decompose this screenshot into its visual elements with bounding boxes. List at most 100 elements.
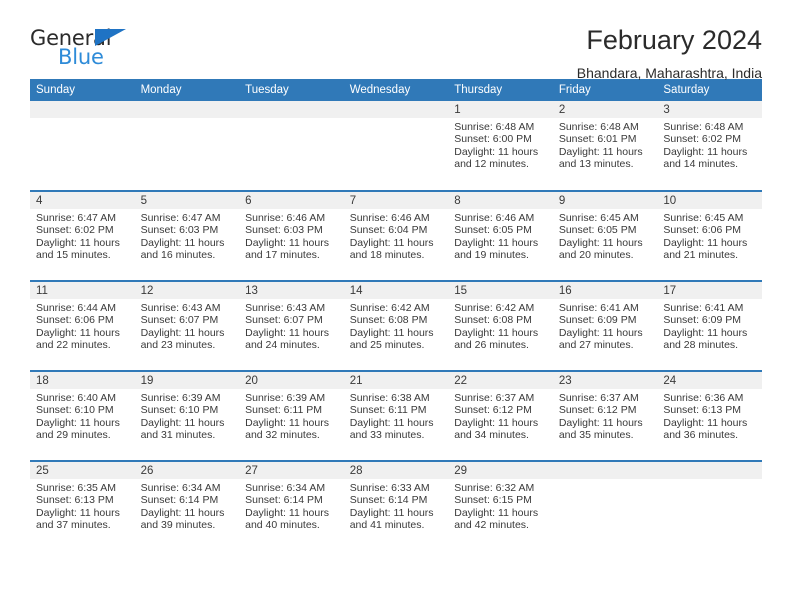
calendar-day-cell[interactable]: 12 Sunrise: 6:43 AM Sunset: 6:07 PM Dayligh… bbox=[134, 280, 240, 371]
day-sun-info: Sunrise: 6:47 AM Sunset: 6:03 PM Daylight:… bbox=[135, 209, 240, 262]
calendar-day-cell[interactable]: 21 Sunrise: 6:38 AM Sunset: 6:11 PM Dayligh… bbox=[343, 370, 449, 461]
calendar-day-cell[interactable]: 2 Sunrise: 6:48 AM Sunset: 6:01 PM Daylight… bbox=[552, 101, 658, 191]
day-info-line: and 42 minutes. bbox=[454, 519, 529, 532]
day-info-line: and 24 minutes. bbox=[245, 339, 320, 352]
day-info-line: Daylight: 11 hours bbox=[245, 236, 329, 249]
calendar-day-cell[interactable]: 13 Sunrise: 6:43 AM Sunset: 6:07 PM Dayligh… bbox=[239, 280, 344, 371]
day-info-line: Sunset: 6:05 PM bbox=[454, 224, 532, 237]
day-sun-info: Sunrise: 6:46 AM Sunset: 6:05 PM Daylight:… bbox=[448, 209, 553, 262]
calendar-day-cell[interactable]: 25 Sunrise: 6:35 AM Sunset: 6:13 PM Dayligh… bbox=[30, 460, 135, 551]
day-sun-info: Sunrise: 6:38 AM Sunset: 6:11 PM Daylight:… bbox=[344, 389, 449, 442]
day-number: 16 bbox=[552, 282, 658, 299]
day-cell-content: 2 Sunrise: 6:48 AM Sunset: 6:01 PM Daylight… bbox=[552, 101, 658, 189]
day-number: 9 bbox=[552, 192, 658, 209]
calendar-day-cell[interactable]: 29 Sunrise: 6:32 AM Sunset: 6:15 PM Dayligh… bbox=[448, 460, 553, 551]
calendar-day-cell[interactable]: 9 Sunrise: 6:45 AM Sunset: 6:05 PM Daylight… bbox=[552, 190, 658, 281]
calendar-day-cell[interactable]: 8 Sunrise: 6:46 AM Sunset: 6:05 PM Daylight… bbox=[448, 190, 553, 281]
calendar-day-cell[interactable]: 22 Sunrise: 6:37 AM Sunset: 6:12 PM Dayligh… bbox=[448, 370, 553, 461]
day-cell-content: 23 Sunrise: 6:37 AM Sunset: 6:12 PM Dayligh… bbox=[552, 372, 658, 460]
day-info-line: and 27 minutes. bbox=[558, 339, 634, 352]
day-info-line: and 13 minutes. bbox=[558, 158, 634, 171]
day-info-line: Sunset: 6:10 PM bbox=[140, 404, 219, 417]
day-info-line: Sunset: 6:13 PM bbox=[36, 494, 114, 507]
day-sun-info: Sunrise: 6:48 AM Sunset: 6:00 PM Daylight:… bbox=[448, 118, 553, 171]
calendar-day-cell[interactable]: 16 Sunrise: 6:41 AM Sunset: 6:09 PM Dayligh… bbox=[552, 280, 658, 371]
calendar-day-cell[interactable]: 24 Sunrise: 6:36 AM Sunset: 6:13 PM Dayligh… bbox=[657, 370, 762, 461]
calendar-day-cell[interactable]: 18 Sunrise: 6:40 AM Sunset: 6:10 PM Dayligh… bbox=[30, 370, 135, 461]
day-info-line: Daylight: 11 hours bbox=[36, 326, 120, 339]
calendar-day-cell[interactable]: 5 Sunrise: 6:47 AM Sunset: 6:03 PM Daylight… bbox=[134, 190, 240, 281]
day-info-line: Sunrise: 6:38 AM bbox=[349, 392, 430, 404]
calendar-day-cell[interactable]: 28 Sunrise: 6:33 AM Sunset: 6:14 PM Dayligh… bbox=[343, 460, 449, 551]
day-info-line: and 14 minutes. bbox=[663, 158, 739, 171]
day-info-line: Sunrise: 6:37 AM bbox=[558, 392, 639, 404]
day-info-line: Sunset: 6:09 PM bbox=[558, 314, 637, 327]
calendar-day-cell[interactable]: 7 Sunrise: 6:46 AM Sunset: 6:04 PM Daylight… bbox=[343, 190, 449, 281]
page-header: General Blue February 2024 Bhandara, Mah… bbox=[30, 0, 762, 80]
day-info-line: Daylight: 11 hours bbox=[245, 326, 329, 339]
day-info-line: Sunset: 6:07 PM bbox=[245, 314, 323, 327]
day-info-line: and 34 minutes. bbox=[454, 429, 529, 442]
day-info-line: and 40 minutes. bbox=[245, 519, 320, 532]
day-cell-content: 17 Sunrise: 6:41 AM Sunset: 6:09 PM Dayligh… bbox=[657, 282, 762, 370]
day-info-line: Sunrise: 6:48 AM bbox=[454, 121, 535, 133]
day-info-line: and 39 minutes. bbox=[140, 519, 216, 532]
calendar-day-cell[interactable]: 19 Sunrise: 6:39 AM Sunset: 6:10 PM Dayligh… bbox=[134, 370, 240, 461]
day-info-line: Daylight: 11 hours bbox=[349, 236, 434, 249]
day-sun-info bbox=[135, 118, 240, 121]
day-info-line: and 37 minutes. bbox=[36, 519, 111, 532]
calendar-day-cell[interactable]: 17 Sunrise: 6:41 AM Sunset: 6:09 PM Dayligh… bbox=[657, 280, 762, 371]
day-sun-info: Sunrise: 6:39 AM Sunset: 6:10 PM Daylight:… bbox=[135, 389, 240, 442]
day-sun-info: Sunrise: 6:43 AM Sunset: 6:07 PM Daylight:… bbox=[239, 299, 344, 352]
day-cell-content: 8 Sunrise: 6:46 AM Sunset: 6:05 PM Daylight… bbox=[448, 192, 553, 280]
calendar-day-cell[interactable]: 10 Sunrise: 6:45 AM Sunset: 6:06 PM Dayligh… bbox=[657, 190, 762, 281]
day-number: 19 bbox=[134, 372, 240, 389]
day-info-line: Daylight: 11 hours bbox=[454, 236, 539, 249]
day-sun-info: Sunrise: 6:45 AM Sunset: 6:06 PM Daylight:… bbox=[657, 209, 762, 262]
calendar-day-cell[interactable]: 20 Sunrise: 6:39 AM Sunset: 6:11 PM Dayligh… bbox=[239, 370, 344, 461]
day-number: 24 bbox=[657, 372, 762, 389]
calendar-day-cell[interactable]: 1 Sunrise: 6:48 AM Sunset: 6:00 PM Daylight… bbox=[448, 101, 553, 191]
calendar-day-cell[interactable]: 11 Sunrise: 6:44 AM Sunset: 6:06 PM Dayligh… bbox=[30, 280, 135, 371]
day-info-line: Sunrise: 6:42 AM bbox=[349, 302, 430, 314]
day-info-line: Sunrise: 6:39 AM bbox=[245, 392, 326, 404]
day-sun-info: Sunrise: 6:47 AM Sunset: 6:02 PM Daylight:… bbox=[30, 209, 135, 262]
calendar-day-cell[interactable]: 26 Sunrise: 6:34 AM Sunset: 6:14 PM Dayligh… bbox=[134, 460, 240, 551]
day-info-line: Sunset: 6:03 PM bbox=[140, 224, 219, 237]
day-cell-content: 20 Sunrise: 6:39 AM Sunset: 6:11 PM Dayligh… bbox=[239, 372, 344, 460]
calendar-day-cell[interactable]: 14 Sunrise: 6:42 AM Sunset: 6:08 PM Dayligh… bbox=[343, 280, 449, 371]
day-info-line: and 25 minutes. bbox=[349, 339, 425, 352]
calendar-body: 1 Sunrise: 6:48 AM Sunset: 6:00 PM Daylight… bbox=[30, 101, 762, 551]
day-info-line: Sunset: 6:06 PM bbox=[36, 314, 114, 327]
day-info-line: Sunrise: 6:45 AM bbox=[663, 212, 744, 224]
day-cell-content: 7 Sunrise: 6:46 AM Sunset: 6:04 PM Daylight… bbox=[343, 192, 449, 280]
day-cell-content: 10 Sunrise: 6:45 AM Sunset: 6:06 PM Dayligh… bbox=[657, 192, 762, 280]
day-info-line: and 33 minutes. bbox=[349, 429, 425, 442]
general-blue-logo[interactable]: General Blue bbox=[30, 26, 150, 74]
day-info-line: and 22 minutes. bbox=[36, 339, 111, 352]
day-cell-content: 16 Sunrise: 6:41 AM Sunset: 6:09 PM Dayligh… bbox=[552, 282, 658, 370]
calendar-day-cell[interactable]: 27 Sunrise: 6:34 AM Sunset: 6:14 PM Dayligh… bbox=[239, 460, 344, 551]
day-number: 18 bbox=[30, 372, 135, 389]
calendar-day-cell[interactable]: 23 Sunrise: 6:37 AM Sunset: 6:12 PM Dayligh… bbox=[552, 370, 658, 461]
day-info-line: and 18 minutes. bbox=[349, 249, 425, 262]
day-number: 25 bbox=[30, 462, 135, 479]
day-info-line: Sunrise: 6:43 AM bbox=[140, 302, 221, 314]
day-sun-info: Sunrise: 6:35 AM Sunset: 6:13 PM Daylight:… bbox=[30, 479, 135, 532]
day-info-line: Sunrise: 6:46 AM bbox=[454, 212, 535, 224]
calendar-page: General Blue February 2024 Bhandara, Mah… bbox=[0, 0, 792, 612]
day-number: 22 bbox=[448, 372, 553, 389]
calendar-day-cell-empty bbox=[552, 460, 658, 551]
calendar-day-cell[interactable]: 15 Sunrise: 6:42 AM Sunset: 6:08 PM Dayligh… bbox=[448, 280, 553, 371]
calendar-week-row: 11 Sunrise: 6:44 AM Sunset: 6:06 PM Dayligh… bbox=[30, 280, 762, 371]
calendar-day-cell[interactable]: 6 Sunrise: 6:46 AM Sunset: 6:03 PM Daylight… bbox=[239, 190, 344, 281]
day-number: 28 bbox=[343, 462, 449, 479]
weekday-header-friday: Friday bbox=[552, 79, 658, 101]
day-info-line: Daylight: 11 hours bbox=[454, 506, 539, 519]
day-number: 2 bbox=[552, 101, 658, 118]
day-info-line: Daylight: 11 hours bbox=[36, 416, 120, 429]
day-sun-info: Sunrise: 6:39 AM Sunset: 6:11 PM Daylight:… bbox=[239, 389, 344, 442]
calendar-day-cell[interactable]: 4 Sunrise: 6:47 AM Sunset: 6:02 PM Daylight… bbox=[30, 190, 135, 281]
calendar-week-row: 18 Sunrise: 6:40 AM Sunset: 6:10 PM Dayligh… bbox=[30, 370, 762, 461]
calendar-day-cell[interactable]: 3 Sunrise: 6:48 AM Sunset: 6:02 PM Daylight… bbox=[657, 101, 762, 191]
